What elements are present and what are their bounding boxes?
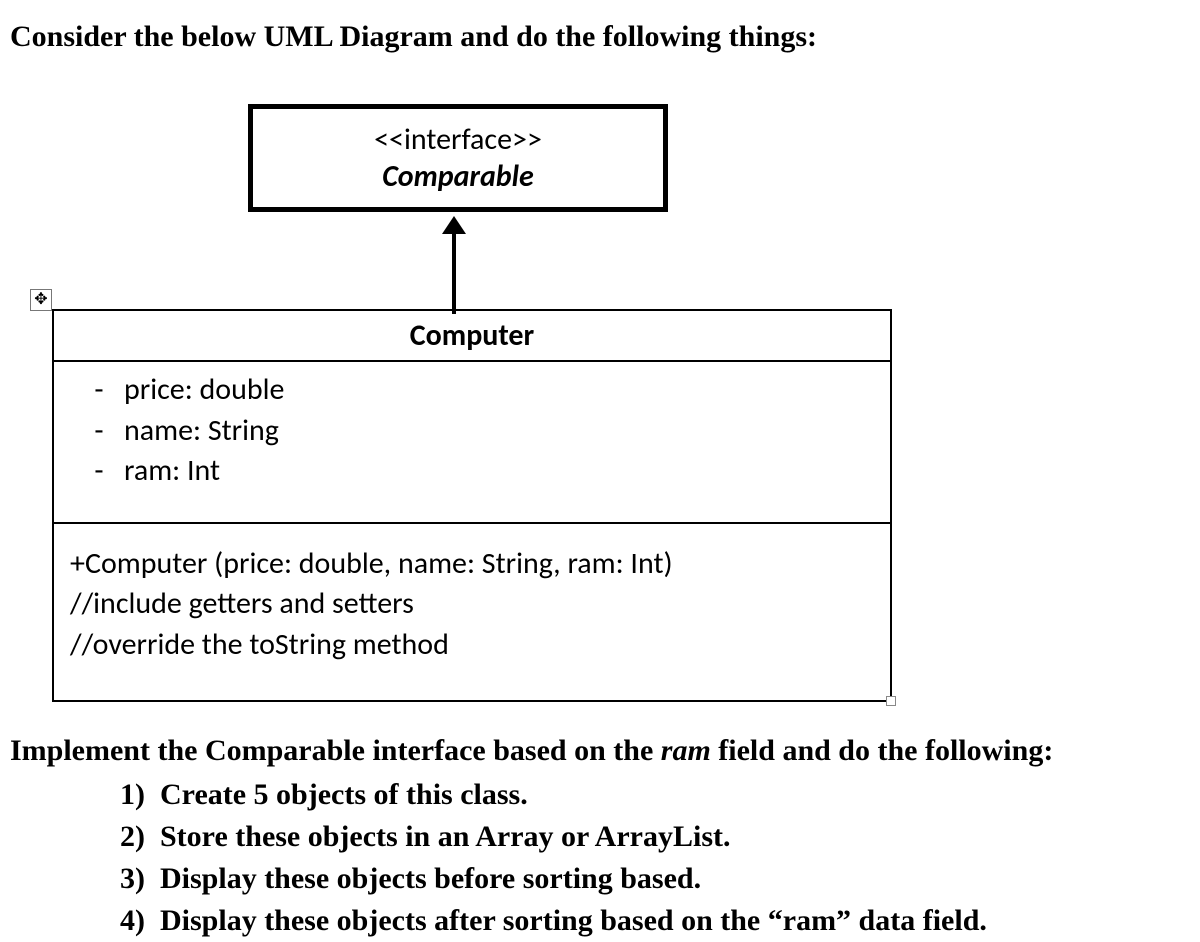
list-number: 3)	[120, 858, 160, 900]
list-number: 2)	[120, 816, 160, 858]
instructions-lead: Implement the Comparable interface based…	[10, 734, 1190, 768]
arrow-head-icon	[442, 216, 466, 234]
attribute-text: name: String	[124, 411, 279, 452]
class-attributes: - price: double - name: String - ram: In…	[54, 362, 890, 524]
arrow-line-icon	[452, 234, 456, 314]
uml-interface-box: <<interface>> Comparable	[248, 104, 668, 212]
uml-diagram: <<interface>> Comparable ✥ Computer - pr…	[10, 84, 1190, 724]
instructions-list: 1)Create 5 objects of this class. 2)Stor…	[10, 774, 1190, 942]
list-number: 4)	[120, 900, 160, 942]
attribute-row: - price: double	[74, 370, 870, 411]
list-item-text: Display these objects before sorting bas…	[160, 862, 701, 895]
list-item-text: Display these objects after sorting base…	[160, 904, 987, 937]
list-number: 1)	[120, 774, 160, 816]
class-methods: +Computer (price: double, name: String, …	[54, 524, 890, 701]
uml-class-box: Computer - price: double - name: String …	[52, 309, 892, 702]
interface-name: Comparable	[253, 158, 663, 195]
list-item: 4)Display these objects after sorting ba…	[120, 900, 1190, 942]
lead-text-em: ram	[661, 734, 711, 767]
method-line: +Computer (price: double, name: String, …	[70, 544, 874, 585]
interface-stereotype: <<interface>>	[253, 121, 663, 158]
class-name: Computer	[54, 311, 890, 362]
attribute-text: price: double	[124, 370, 284, 411]
list-item: 1)Create 5 objects of this class.	[120, 774, 1190, 816]
list-item: 3)Display these objects before sorting b…	[120, 858, 1190, 900]
instructions-section: Implement the Comparable interface based…	[10, 734, 1190, 942]
resize-handle-icon	[886, 696, 896, 706]
list-item: 2)Store these objects in an Array or Arr…	[120, 816, 1190, 858]
method-line: //include getters and setters	[70, 584, 874, 625]
list-item-text: Store these objects in an Array or Array…	[160, 820, 730, 853]
visibility-marker: -	[74, 451, 124, 492]
move-handle-icon: ✥	[30, 289, 52, 311]
lead-text-pre: Implement the Comparable interface based…	[10, 734, 661, 767]
page-heading: Consider the below UML Diagram and do th…	[10, 20, 1190, 54]
attribute-row: - name: String	[74, 411, 870, 452]
visibility-marker: -	[74, 370, 124, 411]
list-item-text: Create 5 objects of this class.	[160, 778, 528, 811]
attribute-row: - ram: Int	[74, 451, 870, 492]
realization-arrow	[442, 216, 466, 314]
method-line: //override the toString method	[70, 625, 874, 666]
attribute-text: ram: Int	[124, 451, 220, 492]
lead-text-post: field and do the following:	[711, 734, 1054, 767]
visibility-marker: -	[74, 411, 124, 452]
